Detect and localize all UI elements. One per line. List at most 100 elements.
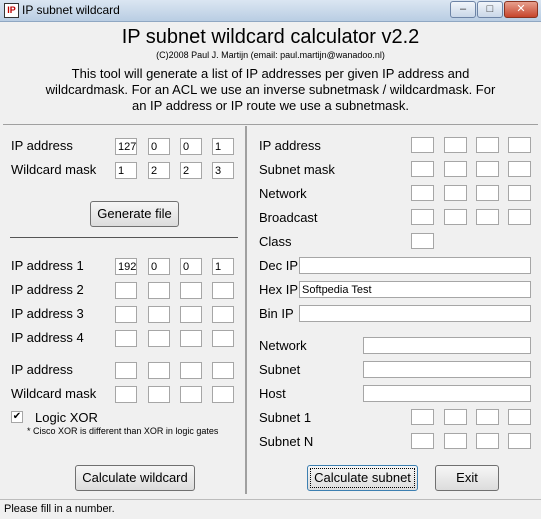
ip4-octet-3[interactable] <box>180 330 202 347</box>
hex-ip-label: Hex IP <box>259 282 299 297</box>
class-label: Class <box>259 234 292 249</box>
xor-ip-octet-4[interactable] <box>212 362 234 379</box>
dec-ip-label: Dec IP <box>259 258 299 273</box>
bin-ip-field[interactable] <box>299 305 531 322</box>
maximize-button[interactable]: □ <box>477 1 503 18</box>
ip1-octet-1[interactable]: 192 <box>115 258 137 275</box>
header-divider <box>3 124 538 125</box>
hex-ip-field[interactable]: Softpedia Test <box>299 281 531 298</box>
ip-octet-2[interactable]: 0 <box>148 138 170 155</box>
subnet-1-octet-4 <box>508 409 531 425</box>
ip2-octet-4[interactable] <box>212 282 234 299</box>
dec-ip-field[interactable] <box>299 257 531 274</box>
xor-note: * Cisco XOR is different than XOR in log… <box>27 426 219 436</box>
ip-octet-4[interactable]: 1 <box>212 138 234 155</box>
ip2-octet-1[interactable] <box>115 282 137 299</box>
xor-wildcard-octet-3[interactable] <box>180 386 202 403</box>
result-ip-label: IP address <box>259 138 321 153</box>
subnet-field[interactable] <box>363 361 531 378</box>
logic-xor-label: Logic XOR <box>35 410 98 425</box>
ip1-octet-2[interactable]: 0 <box>148 258 170 275</box>
exit-button[interactable]: Exit <box>435 465 499 491</box>
generate-file-button[interactable]: Generate file <box>90 201 179 227</box>
wildcard-octet-2[interactable]: 2 <box>148 162 170 179</box>
xor-wildcard-octet-2[interactable] <box>148 386 170 403</box>
description-line-3: an IP address or IP route we use a subne… <box>131 98 409 113</box>
network-octet-2 <box>444 185 467 201</box>
subnet-n-octet-3 <box>476 433 499 449</box>
subnet-1-label: Subnet 1 <box>259 410 312 425</box>
calculate-subnet-button[interactable]: Calculate subnet <box>307 465 418 491</box>
broadcast-octet-4 <box>508 209 531 225</box>
subnet-n-label: Subnet N <box>259 434 314 449</box>
ip2-octet-2[interactable] <box>148 282 170 299</box>
subnet-mask-octet-4 <box>508 161 531 177</box>
result-ip-octet-1 <box>411 137 434 153</box>
ip2-octet-3[interactable] <box>180 282 202 299</box>
xor-wildcard-octet-1[interactable] <box>115 386 137 403</box>
network-label: Network <box>259 186 307 201</box>
subnet-mask-octet-3 <box>476 161 499 177</box>
subnet-mask-octet-2 <box>444 161 467 177</box>
subnet-1-octet-1 <box>411 409 434 425</box>
minimize-button[interactable]: – <box>450 1 476 18</box>
xor-wildcard-octet-4[interactable] <box>212 386 234 403</box>
network-octet-4 <box>508 185 531 201</box>
ip-address-label: IP address <box>11 138 73 153</box>
ip3-octet-4[interactable] <box>212 306 234 323</box>
host-field[interactable] <box>363 385 531 402</box>
subnet-n-octet-2 <box>444 433 467 449</box>
description-line-1: This tool will generate a list of IP add… <box>71 66 470 81</box>
ip1-octet-4[interactable]: 1 <box>212 258 234 275</box>
logic-xor-checkbox[interactable]: ✔ <box>11 411 23 423</box>
bin-ip-label: Bin IP <box>259 306 294 321</box>
wildcard-mask-label: Wildcard mask <box>11 162 97 177</box>
network-octet-1 <box>411 185 434 201</box>
ip1-octet-3[interactable]: 0 <box>180 258 202 275</box>
ip4-octet-1[interactable] <box>115 330 137 347</box>
result-ip-octet-4 <box>508 137 531 153</box>
page-title: IP subnet wildcard calculator v2.2 <box>121 26 420 48</box>
left-divider <box>10 237 238 238</box>
ip-octet-1[interactable]: 127 <box>115 138 137 155</box>
xor-ip-octet-3[interactable] <box>180 362 202 379</box>
window-title: IP subnet wildcard <box>22 3 120 17</box>
close-button[interactable]: ✕ <box>504 1 538 18</box>
xor-ip-octet-2[interactable] <box>148 362 170 379</box>
xor-ip-octet-1[interactable] <box>115 362 137 379</box>
subnet-n-octet-1 <box>411 433 434 449</box>
ip-address-1-label: IP address 1 <box>11 258 84 273</box>
ip3-octet-3[interactable] <box>180 306 202 323</box>
result-ip-octet-3 <box>476 137 499 153</box>
ip3-octet-2[interactable] <box>148 306 170 323</box>
wildcard-octet-1[interactable]: 1 <box>115 162 137 179</box>
ip-address-3-label: IP address 3 <box>11 306 84 321</box>
description-line-2: wildcardmask. For an ACL we use an inver… <box>45 82 496 97</box>
network-2-field[interactable] <box>363 337 531 354</box>
subnet-label: Subnet <box>259 362 301 377</box>
ip-octet-3[interactable]: 0 <box>180 138 202 155</box>
subnet-1-octet-3 <box>476 409 499 425</box>
subnet-1-octet-2 <box>444 409 467 425</box>
broadcast-octet-2 <box>444 209 467 225</box>
xor-wildcard-mask-label: Wildcard mask <box>11 386 97 401</box>
ip4-octet-2[interactable] <box>148 330 170 347</box>
subnet-n-octet-4 <box>508 433 531 449</box>
ip4-octet-4[interactable] <box>212 330 234 347</box>
ip3-octet-1[interactable] <box>115 306 137 323</box>
network-2-label: Network <box>259 338 307 353</box>
status-bar: Please fill in a number. <box>0 499 541 519</box>
wildcard-octet-4[interactable]: 3 <box>212 162 234 179</box>
calculate-wildcard-button[interactable]: Calculate wildcard <box>75 465 195 491</box>
title-bar: IP IP subnet wildcard – □ ✕ <box>0 0 541 22</box>
xor-ip-address-label: IP address <box>11 362 73 377</box>
ip-address-4-label: IP address 4 <box>11 330 84 345</box>
class-field <box>411 233 434 249</box>
subnet-mask-label: Subnet mask <box>259 162 335 177</box>
network-octet-3 <box>476 185 499 201</box>
credit-text: (C)2008 Paul J. Martijn (email: paul.mar… <box>156 50 385 60</box>
host-label: Host <box>259 386 286 401</box>
broadcast-octet-3 <box>476 209 499 225</box>
wildcard-octet-3[interactable]: 2 <box>180 162 202 179</box>
ip-address-2-label: IP address 2 <box>11 282 84 297</box>
